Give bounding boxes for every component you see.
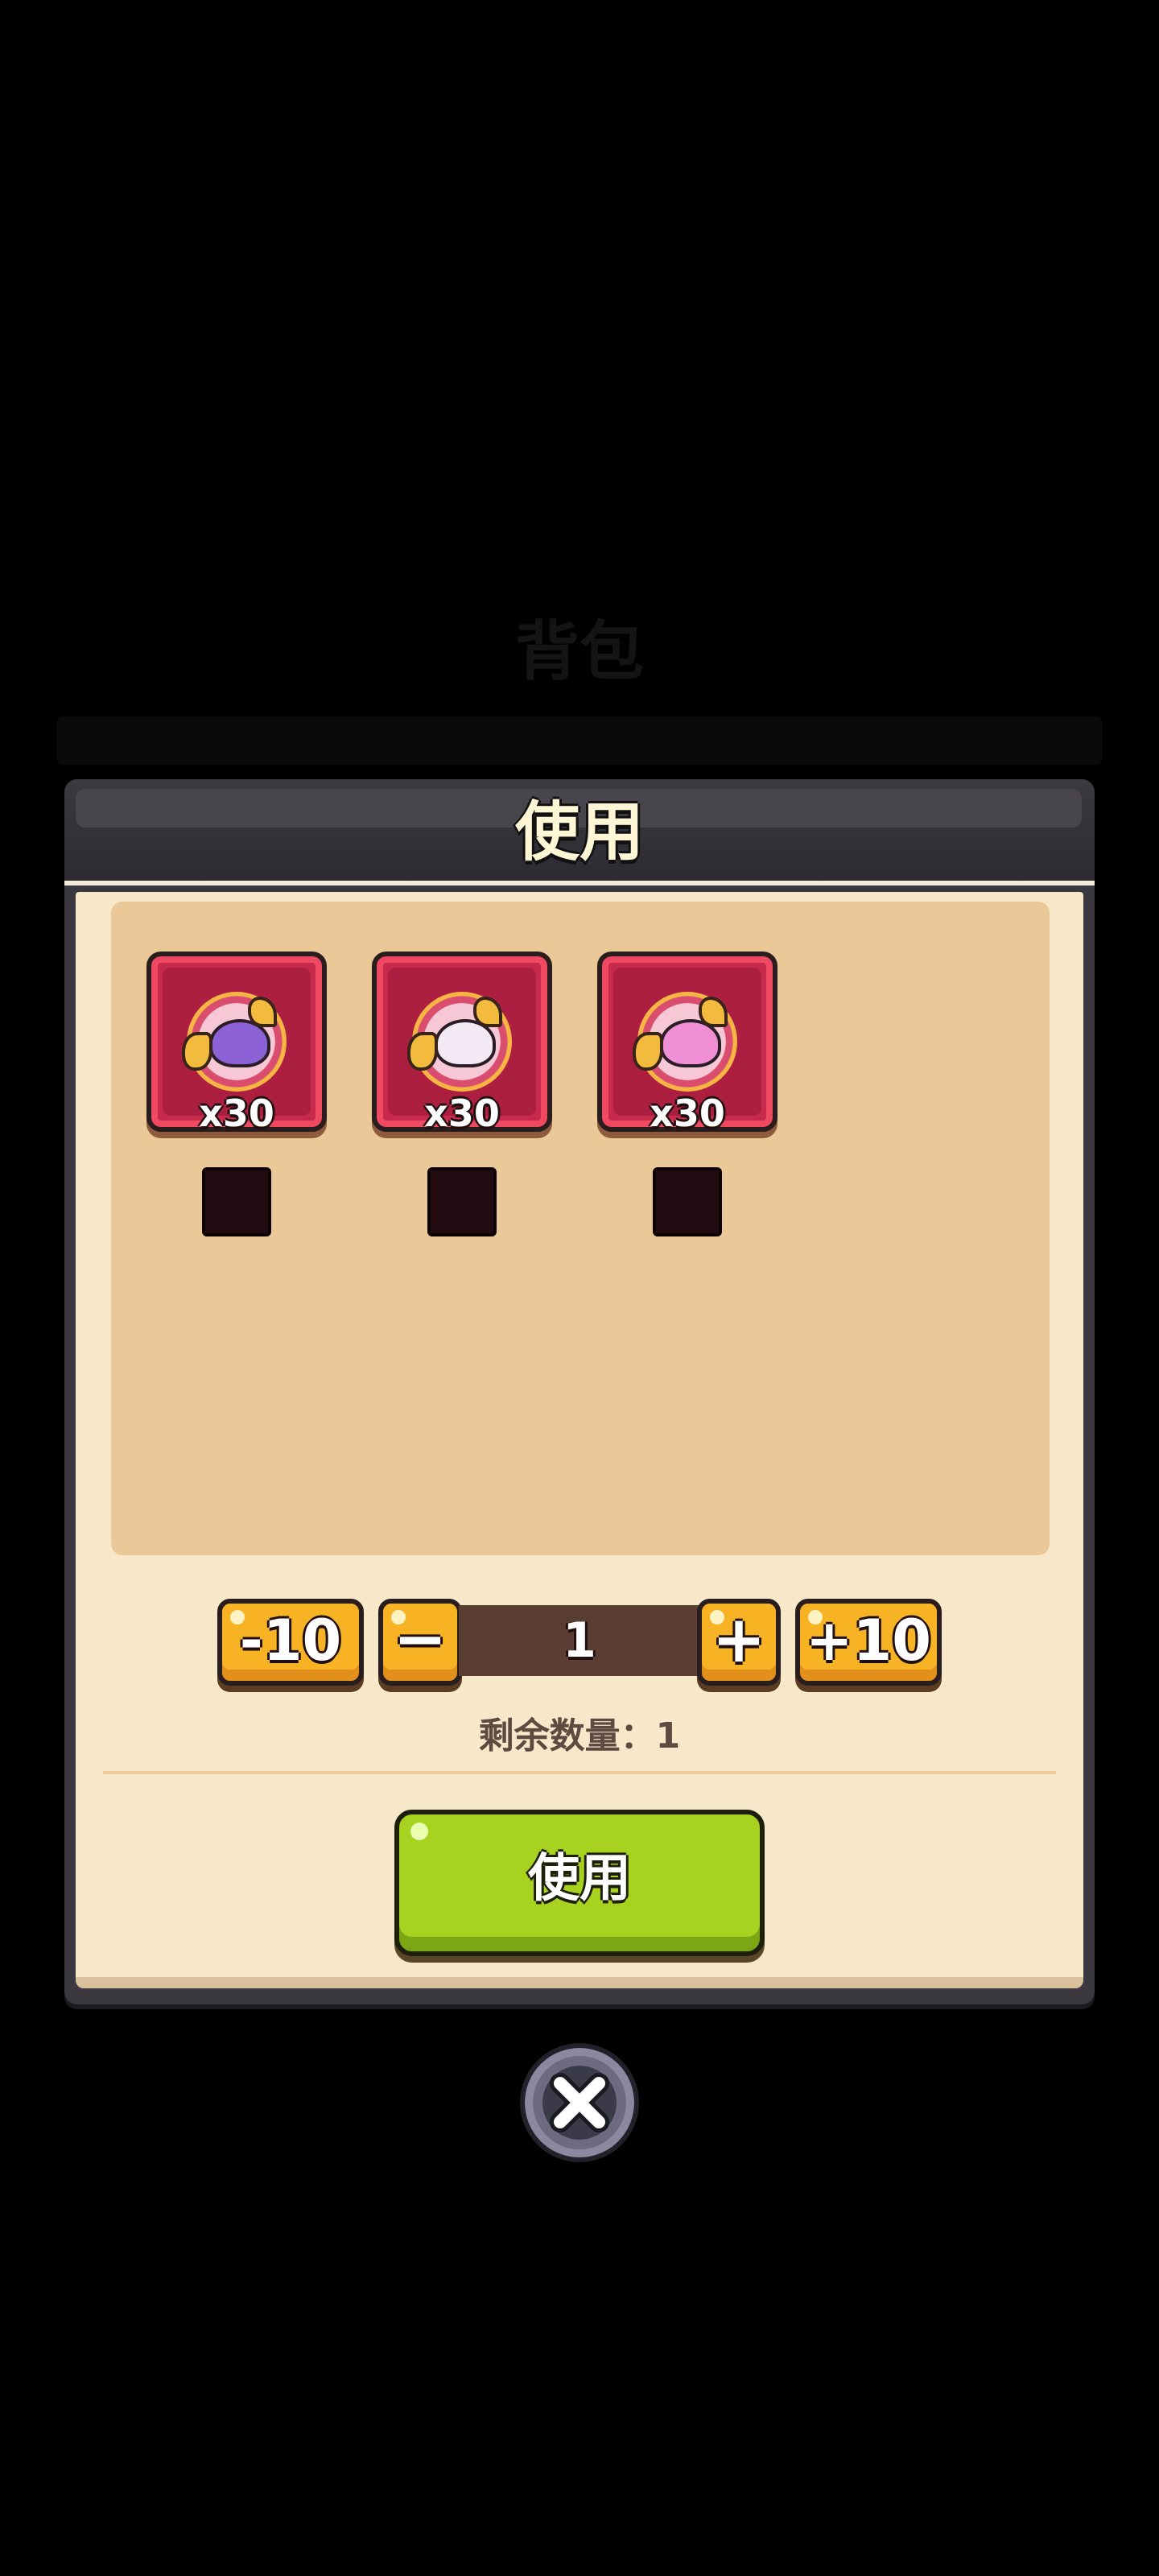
item-count: x30 [199, 1092, 274, 1135]
close-icon [550, 2073, 609, 2132]
item-area: x30 x30 x30 [111, 902, 1050, 1555]
item-checkbox-2[interactable] [427, 1167, 497, 1236]
remaining-quantity: 剩余数量：1 [478, 1715, 681, 1757]
item-card-3[interactable]: x30 [597, 952, 777, 1135]
background-strip [56, 716, 1103, 765]
medal-claw [633, 1032, 663, 1071]
medal-claw [182, 1032, 212, 1071]
minus-button[interactable]: − [378, 1599, 462, 1686]
plus-10-label: +10 [805, 1608, 932, 1674]
plus-button[interactable]: + [697, 1599, 781, 1686]
quantity-stepper: -10 − 1 + +10 [0, 1599, 1159, 1695]
minus-10-button[interactable]: -10 [217, 1599, 364, 1686]
button-shine [710, 1610, 724, 1624]
button-shine [410, 1823, 428, 1840]
button-shine [391, 1610, 406, 1624]
close-button[interactable] [520, 2043, 639, 2162]
button-shine [808, 1610, 823, 1624]
item-card-1[interactable]: x30 [146, 952, 327, 1135]
background-title: 背包 [515, 614, 644, 689]
item-card-2[interactable]: x30 [372, 952, 552, 1135]
purple-dragon-medal-icon [182, 992, 287, 1092]
minus-10-label: -10 [239, 1608, 342, 1674]
divider [103, 1771, 1056, 1774]
pink-beast-medal-icon [633, 992, 737, 1092]
unicorn-medal-icon [407, 992, 512, 1092]
item-checkbox-1[interactable] [202, 1167, 271, 1236]
button-shine [230, 1610, 245, 1624]
use-button-label: 使用 [528, 1849, 631, 1909]
item-count: x30 [650, 1092, 725, 1135]
plus-10-button[interactable]: +10 [795, 1599, 942, 1686]
medal-claw [407, 1032, 438, 1071]
item-count: x30 [424, 1092, 500, 1135]
modal-title: 使用 [515, 795, 644, 869]
use-button[interactable]: 使用 [394, 1810, 765, 1956]
item-checkbox-3[interactable] [653, 1167, 722, 1236]
quantity-value: 1 [459, 1605, 700, 1676]
